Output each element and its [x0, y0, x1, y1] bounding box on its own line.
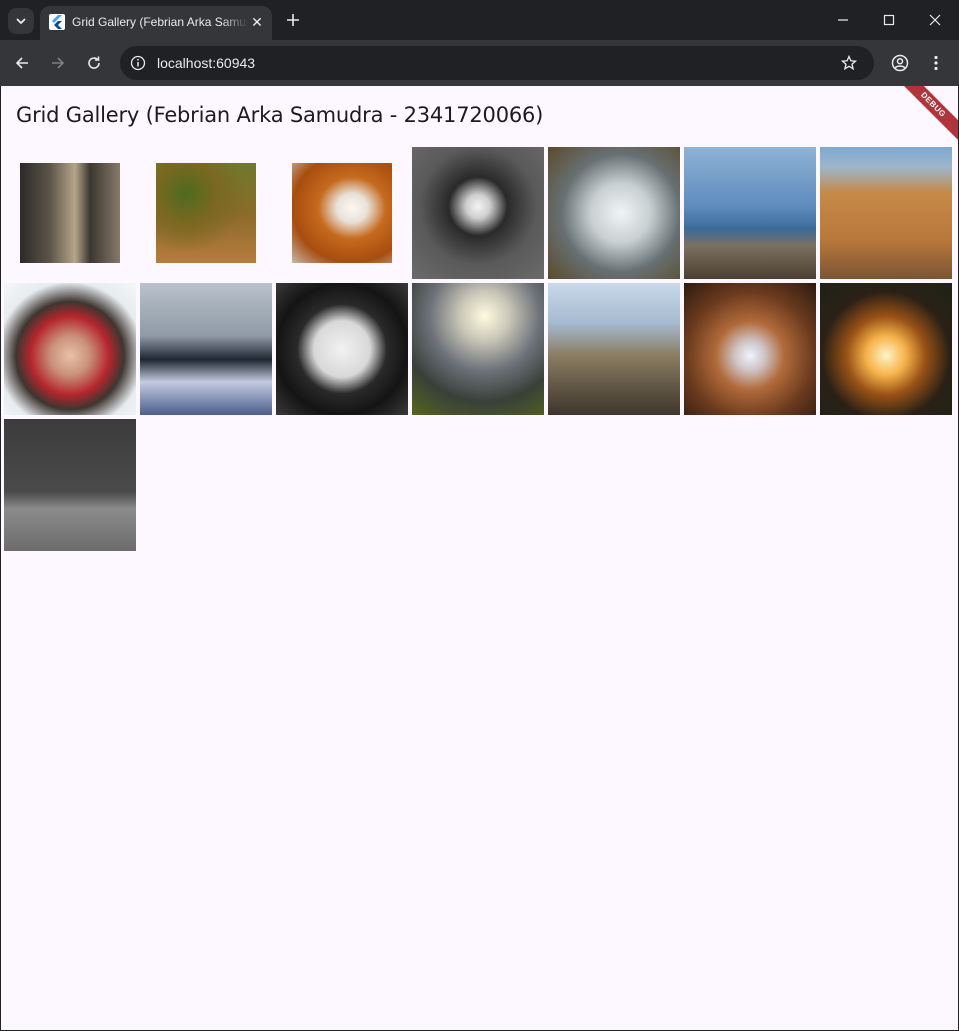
grid-tile[interactable] — [412, 283, 544, 415]
grid-tile[interactable] — [276, 283, 408, 415]
close-window-button[interactable] — [912, 0, 958, 40]
maximize-button[interactable] — [866, 0, 912, 40]
street-photo — [20, 163, 120, 263]
flutter-favicon-icon — [49, 14, 65, 30]
bookmark-star-icon[interactable] — [838, 52, 860, 74]
minimize-icon — [838, 19, 848, 21]
more-vert-icon — [934, 55, 938, 71]
site-info-icon[interactable] — [129, 54, 147, 72]
address-bar[interactable]: localhost:60943 — [120, 46, 874, 80]
grid-tile[interactable] — [684, 283, 816, 415]
dancer-photo — [684, 283, 816, 415]
seagull-photo — [684, 147, 816, 279]
grid-tile[interactable] — [820, 147, 952, 279]
orange-tunnel-photo — [292, 163, 392, 263]
grid-tile[interactable] — [140, 283, 272, 415]
page-title: Grid Gallery (Febrian Arka Samudra - 234… — [16, 103, 544, 127]
snow-tree-photo — [140, 283, 272, 415]
browser-tab-active[interactable]: Grid Gallery (Febrian Arka Samudra - 234… — [40, 6, 272, 40]
dog-photo — [412, 147, 544, 279]
plus-icon — [287, 14, 299, 26]
grid-tile[interactable] — [4, 419, 136, 551]
browser-toolbar: localhost:60943 — [0, 40, 959, 86]
grid-tile[interactable] — [4, 283, 136, 415]
back-button[interactable] — [10, 51, 34, 75]
minimize-button[interactable] — [820, 0, 866, 40]
dome-building-photo — [548, 283, 680, 415]
maximize-icon — [883, 14, 895, 26]
account-icon — [891, 54, 909, 72]
winter-girl-photo — [4, 283, 136, 415]
app-viewport: Grid Gallery (Febrian Arka Samudra - 234… — [1, 86, 958, 1030]
surfer-photo — [548, 147, 680, 279]
fire-photo — [820, 283, 952, 415]
close-icon — [929, 14, 941, 26]
grid-tile[interactable] — [4, 147, 136, 279]
url-text: localhost:60943 — [157, 55, 256, 71]
clock-photo — [276, 283, 408, 415]
debug-banner: DEBUG — [892, 86, 958, 146]
grid-tile[interactable] — [820, 283, 952, 415]
rain-drops-photo — [4, 419, 136, 551]
forward-button[interactable] — [46, 51, 70, 75]
arrow-left-icon — [15, 57, 28, 69]
canyon-shadows-photo — [820, 147, 952, 279]
reload-button[interactable] — [82, 51, 106, 75]
grid-tile[interactable] — [548, 147, 680, 279]
tab-title: Grid Gallery (Febrian Arka Samudra - 234… — [72, 15, 248, 29]
tab-search-button[interactable] — [8, 8, 34, 34]
chevron-down-icon — [16, 18, 26, 25]
arrow-right-icon — [52, 57, 65, 69]
grid-tile[interactable] — [548, 283, 680, 415]
tab-close-icon[interactable]: ✕ — [248, 13, 266, 31]
browser-menu-button[interactable] — [924, 51, 948, 75]
profile-button[interactable] — [888, 51, 912, 75]
grid-tile[interactable] — [684, 147, 816, 279]
reload-icon — [88, 56, 100, 69]
grid-tile[interactable] — [412, 147, 544, 279]
grid-tile[interactable] — [140, 147, 272, 279]
grid-tile[interactable] — [276, 147, 408, 279]
sunset-flowers-photo — [412, 283, 544, 415]
autumn-path-photo — [156, 163, 256, 263]
photo-grid — [4, 147, 955, 551]
new-tab-button[interactable] — [282, 9, 304, 31]
browser-titlebar: Grid Gallery (Febrian Arka Samudra - 234… — [0, 0, 959, 40]
